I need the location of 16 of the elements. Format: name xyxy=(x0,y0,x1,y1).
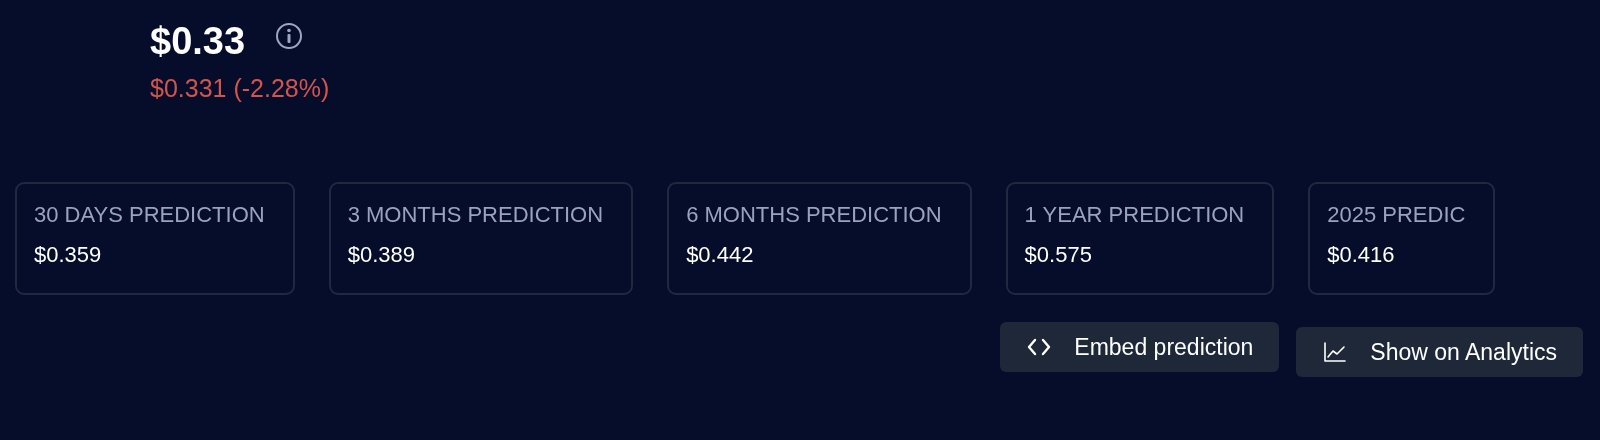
embed-button[interactable]: Embed prediction xyxy=(1000,322,1280,372)
prediction-label: 30 DAYS PREDICTION xyxy=(34,202,265,228)
prediction-value: $0.389 xyxy=(347,242,416,268)
prediction-value: $0.416 xyxy=(1327,242,1396,268)
info-icon[interactable] xyxy=(275,22,304,50)
prediction-value: $0.359 xyxy=(34,242,103,268)
prediction-label: 3 MONTHS PREDICTION xyxy=(347,202,604,228)
current-price: $0.33 xyxy=(150,19,246,64)
prediction-label: 6 MONTHS PREDICTION xyxy=(686,202,942,228)
analytics-button[interactable]: Show on Analytics xyxy=(1296,327,1583,377)
line-chart-icon xyxy=(1322,340,1349,364)
price-change: $0.331 (-2.28%) xyxy=(150,74,331,103)
prediction-value: $0.575 xyxy=(1024,242,1093,268)
prediction-label: 1 YEAR PREDICTION xyxy=(1024,202,1245,228)
prediction-value: $0.442 xyxy=(686,242,755,268)
prediction-label: 2025 PREDIC xyxy=(1327,202,1466,228)
